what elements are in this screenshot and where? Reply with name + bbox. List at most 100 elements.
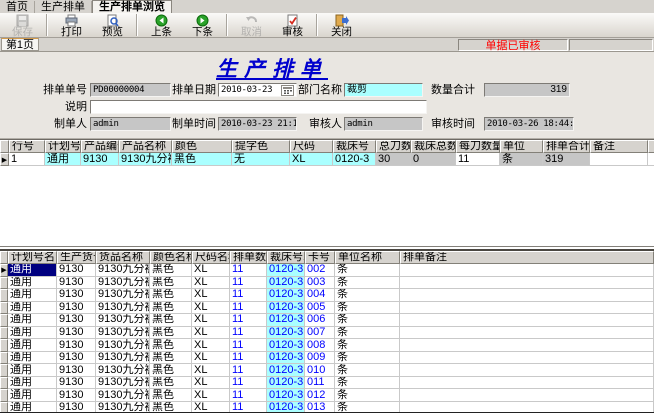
table-cell[interactable]: 0120-3 [333,153,376,166]
tab-production-order-browse[interactable]: 生产排单浏览 [92,0,172,13]
row-selector[interactable] [0,302,8,315]
table-cell[interactable]: 11 [456,153,500,166]
table-cell[interactable]: 013 [305,402,335,413]
table-cell[interactable]: 通用 [8,352,57,365]
table-cell[interactable]: XL [192,264,230,277]
table-cell[interactable]: 黑色 [150,402,192,413]
column-header[interactable]: 行号 [9,140,45,153]
table-cell[interactable] [590,153,648,166]
column-header[interactable]: 产品名称 [119,140,172,153]
table-cell[interactable]: 黑色 [150,302,192,315]
table-cell[interactable]: 0120-3 [267,364,305,377]
table-row[interactable]: 通用91309130九分裤黑色XL110120-3006条 [0,314,654,327]
table-cell[interactable]: XL [192,277,230,290]
print-button[interactable]: 打印 [51,13,92,37]
table-cell[interactable]: 9130 [57,277,96,290]
table-cell[interactable]: 0120-3 [267,377,305,390]
table-cell[interactable]: 9130九分裤 [96,402,150,413]
table-cell[interactable]: 30 [376,153,411,166]
table-cell[interactable] [400,352,654,365]
previous-record-button[interactable]: 上条 [141,13,182,37]
table-cell[interactable]: 009 [305,352,335,365]
table-cell[interactable] [400,314,654,327]
row-selector[interactable]: ▶ [0,153,9,166]
table-cell[interactable]: 条 [335,327,400,340]
table-cell[interactable]: 11 [230,314,267,327]
row-selector[interactable] [0,389,8,402]
column-header[interactable]: 每刀数量 [456,140,500,153]
table-cell[interactable]: XL [192,352,230,365]
column-header[interactable]: 产品编号 [81,140,119,153]
table-cell[interactable]: 0120-3 [267,339,305,352]
table-row[interactable]: 通用91309130九分裤黑色XL110120-3012条 [0,389,654,402]
note-field[interactable] [90,100,427,114]
table-cell[interactable]: 条 [335,302,400,315]
table-cell[interactable]: 黑色 [150,264,192,277]
table-cell[interactable]: 11 [230,327,267,340]
table-cell[interactable]: 0120-3 [267,289,305,302]
table-cell[interactable]: 黑色 [150,327,192,340]
table-cell[interactable]: 010 [305,364,335,377]
row-selector[interactable] [0,352,8,365]
table-cell[interactable]: 006 [305,314,335,327]
order-date-field[interactable]: 2010-03-23 [218,83,297,97]
table-cell[interactable]: 9130九分裤 [96,327,150,340]
table-cell[interactable]: 005 [305,302,335,315]
table-cell[interactable]: 黑色 [150,339,192,352]
table-cell[interactable]: 条 [335,352,400,365]
table-cell[interactable]: 9130九分裤 [96,314,150,327]
table-row[interactable]: ▶通用91309130九分裤黑色XL110120-3002条 [0,264,654,277]
table-cell[interactable]: 通用 [8,339,57,352]
table-cell[interactable]: 008 [305,339,335,352]
table-cell[interactable]: 9130九分裤 [119,153,172,166]
table-cell[interactable]: 条 [335,364,400,377]
next-record-button[interactable]: 下条 [182,13,223,37]
row-selector[interactable] [0,314,8,327]
table-cell[interactable]: 条 [500,153,543,166]
column-header[interactable]: 货品名称 [96,251,150,264]
table-cell[interactable]: 0120-3 [267,277,305,290]
table-cell[interactable] [400,302,654,315]
table-cell[interactable]: 黑色 [150,389,192,402]
save-button[interactable]: 保存 [2,13,43,37]
table-cell[interactable]: 9130 [57,289,96,302]
row-selector[interactable] [0,402,8,413]
table-cell[interactable]: 004 [305,289,335,302]
table-row[interactable]: 通用91309130九分裤黑色XL110120-3013条 [0,402,654,413]
preview-button[interactable]: 预览 [92,13,133,37]
table-cell[interactable]: 11 [230,264,267,277]
table-cell[interactable]: 条 [335,339,400,352]
table-cell[interactable]: XL [192,364,230,377]
table-cell[interactable]: 11 [230,402,267,413]
table-cell[interactable] [400,339,654,352]
table-cell[interactable]: 黑色 [150,377,192,390]
table-cell[interactable]: 11 [230,352,267,365]
table-cell[interactable]: 条 [335,314,400,327]
column-header[interactable]: 裁床总数 [411,140,456,153]
table-cell[interactable]: 9130九分裤 [96,364,150,377]
table-cell[interactable]: 通用 [8,289,57,302]
table-cell[interactable]: 条 [335,402,400,413]
table-cell[interactable]: XL [192,327,230,340]
table-cell[interactable]: 9130 [81,153,119,166]
table-cell[interactable]: 11 [230,364,267,377]
page-tab[interactable]: 第1页 [1,38,39,51]
tab-production-order[interactable]: 生产排单 [35,1,92,13]
row-selector[interactable] [0,277,8,290]
table-cell[interactable]: 通用 [45,153,81,166]
table-cell[interactable]: XL [192,402,230,413]
table-cell[interactable]: 007 [305,327,335,340]
table-cell[interactable]: 条 [335,277,400,290]
calendar-icon[interactable] [281,85,294,96]
table-row[interactable]: 通用91309130九分裤黑色XL110120-3008条 [0,339,654,352]
table-cell[interactable]: 11 [230,389,267,402]
column-header[interactable]: 颜色 [172,140,232,153]
table-cell[interactable]: 11 [230,339,267,352]
table-cell[interactable]: 条 [335,264,400,277]
table-cell[interactable]: 0120-3 [267,327,305,340]
column-header[interactable]: 单位名称 [335,251,400,264]
table-row[interactable]: 通用91309130九分裤黑色XL110120-3003条 [0,277,654,290]
table-cell[interactable]: 通用 [8,364,57,377]
table-cell[interactable] [400,389,654,402]
table-cell[interactable]: 通用 [8,402,57,413]
